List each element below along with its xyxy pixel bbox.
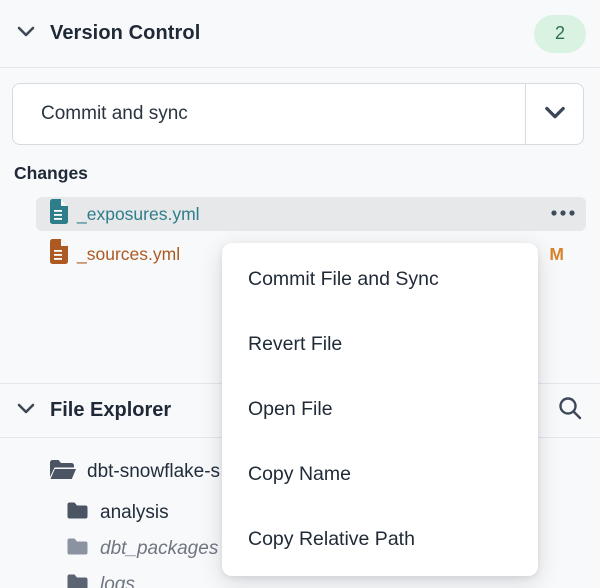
folder-icon <box>66 537 89 561</box>
file-context-menu: Commit File and Sync Revert File Open Fi… <box>222 243 538 576</box>
version-control-header: Version Control 2 <box>0 0 600 67</box>
file-icon <box>48 239 68 269</box>
changed-file-row[interactable]: _exposures.yml <box>36 197 586 231</box>
tree-item-label[interactable]: dbt-snowflake-s <box>87 461 220 483</box>
modified-status-badge: M <box>549 244 576 265</box>
menu-item-open-file[interactable]: Open File <box>222 377 538 442</box>
commit-action-dropdown[interactable]: Commit and sync <box>12 83 584 145</box>
file-icon <box>48 199 68 229</box>
menu-item-revert-file[interactable]: Revert File <box>222 312 538 377</box>
folder-open-icon <box>48 458 76 486</box>
more-horizontal-icon[interactable] <box>550 205 576 223</box>
divider <box>0 67 600 68</box>
changed-file-name[interactable]: _exposures.yml <box>77 204 200 225</box>
folder-icon <box>66 501 89 525</box>
tree-item-label[interactable]: analysis <box>100 502 169 524</box>
commit-action-value[interactable]: Commit and sync <box>13 84 525 144</box>
menu-item-commit-file-and-sync[interactable]: Commit File and Sync <box>222 247 538 312</box>
chevron-down-icon <box>541 98 569 131</box>
menu-item-copy-name[interactable]: Copy Name <box>222 442 538 507</box>
chevron-down-icon[interactable] <box>14 19 38 48</box>
changed-file-name[interactable]: _sources.yml <box>77 244 180 265</box>
changes-count-badge: 2 <box>534 15 586 53</box>
menu-item-copy-relative-path[interactable]: Copy Relative Path <box>222 507 538 572</box>
version-control-title: Version Control <box>50 22 200 45</box>
chevron-down-icon[interactable] <box>14 396 38 425</box>
search-icon <box>556 394 584 427</box>
tree-item-label[interactable]: dbt_packages <box>100 538 218 560</box>
changes-section-label: Changes <box>14 163 586 184</box>
file-explorer-title: File Explorer <box>50 399 171 422</box>
folder-icon <box>66 573 89 588</box>
commit-action-toggle[interactable] <box>525 84 583 144</box>
search-button[interactable] <box>556 394 584 427</box>
tree-item-label[interactable]: logs <box>100 574 135 588</box>
